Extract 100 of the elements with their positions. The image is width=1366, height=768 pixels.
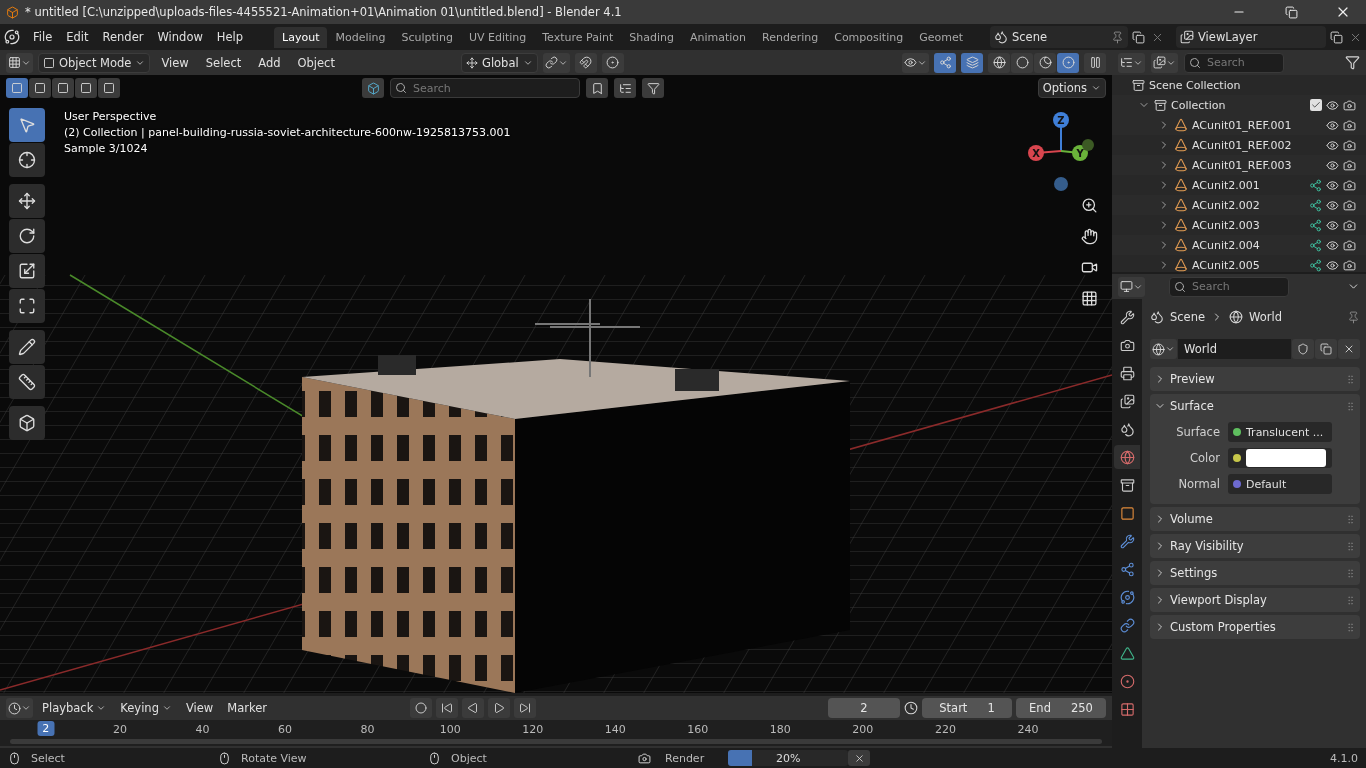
- menu-item[interactable]: Window: [150, 27, 210, 47]
- socket-link-field[interactable]: Default: [1228, 474, 1332, 494]
- shading-button[interactable]: [1034, 52, 1056, 73]
- tool-icon: [1119, 309, 1135, 325]
- tool-button[interactable]: [9, 330, 45, 364]
- timeline-menu[interactable]: View: [180, 698, 219, 718]
- end-frame-field[interactable]: End 250: [1016, 698, 1106, 718]
- workspace-tab[interactable]: Sculpting: [393, 26, 461, 48]
- mode-dropdown[interactable]: Object Mode: [38, 52, 151, 73]
- object-types-button[interactable]: [362, 78, 384, 98]
- skip-back-icon: [441, 702, 453, 714]
- play-reverse-button[interactable]: [462, 698, 484, 718]
- field-label: Surface: [1175, 425, 1220, 439]
- timeline-menu[interactable]: Playback: [37, 698, 112, 718]
- shading-button[interactable]: [1057, 52, 1079, 73]
- search-field[interactable]: Search: [390, 78, 580, 98]
- menu-item[interactable]: Edit: [59, 27, 96, 47]
- workspace-tab[interactable]: Layout: [274, 26, 328, 48]
- socket-link-field[interactable]: Translucent ...: [1228, 422, 1332, 442]
- filter-button[interactable]: [642, 78, 664, 98]
- scrollbar[interactable]: [10, 739, 1102, 744]
- menu-item[interactable]: Add: [252, 53, 287, 72]
- workspace-tab[interactable]: UV Editing: [460, 26, 535, 48]
- tool-button[interactable]: [9, 143, 45, 177]
- cancel-render-button[interactable]: [848, 750, 871, 766]
- visibility-button[interactable]: [902, 52, 929, 73]
- menu-item[interactable]: Object: [291, 53, 341, 72]
- search-field[interactable]: Search: [1184, 52, 1284, 73]
- menu-item[interactable]: Select: [199, 53, 248, 72]
- display-mode-button[interactable]: [1151, 52, 1178, 73]
- duplicate-button[interactable]: [1315, 339, 1337, 359]
- breadcrumb-item[interactable]: World: [1249, 310, 1283, 324]
- select-mode-button[interactable]: [29, 78, 51, 98]
- material-icon: [1119, 673, 1135, 689]
- select-mode-button[interactable]: [52, 78, 74, 98]
- tree-button[interactable]: [614, 78, 636, 98]
- workspace-tab[interactable]: Compositing: [826, 26, 912, 48]
- world-browse-button[interactable]: [1150, 339, 1177, 359]
- scene-selector[interactable]: Scene: [990, 26, 1128, 48]
- workspace-tab[interactable]: Modeling: [327, 26, 394, 48]
- timeline-menu[interactable]: Keying: [115, 698, 177, 718]
- select-mode-button[interactable]: [98, 78, 120, 98]
- timeline-menu[interactable]: Marker: [222, 698, 272, 718]
- jump-end-button[interactable]: [514, 698, 536, 718]
- tool-button[interactable]: [9, 184, 45, 218]
- tool-button[interactable]: [9, 254, 45, 288]
- menu-item[interactable]: Help: [209, 27, 251, 47]
- tool-button[interactable]: [9, 406, 45, 440]
- menu-item[interactable]: View: [155, 53, 195, 72]
- tool-button[interactable]: [9, 219, 45, 253]
- current-frame-marker[interactable]: 2: [37, 721, 55, 736]
- panel-header[interactable]: Settings: [1150, 561, 1360, 585]
- jump-start-button[interactable]: [436, 698, 458, 718]
- keyframe-button[interactable]: [410, 698, 432, 718]
- editor-type-button[interactable]: [1118, 52, 1145, 73]
- tool-button[interactable]: [9, 365, 45, 399]
- breadcrumb-item[interactable]: Scene: [1170, 310, 1206, 324]
- world-name-field[interactable]: World: [1178, 339, 1291, 359]
- workspace-tab[interactable]: Texture Paint: [534, 26, 622, 48]
- panel-header[interactable]: Volume: [1150, 507, 1360, 531]
- shading-button[interactable]: [1011, 52, 1033, 73]
- include-checkbox[interactable]: [1310, 99, 1322, 111]
- fake-user-button[interactable]: [1292, 339, 1314, 359]
- workspace-tab[interactable]: Rendering: [754, 26, 827, 48]
- play-button[interactable]: [488, 698, 510, 718]
- current-frame-field[interactable]: 2: [828, 698, 900, 718]
- color-field[interactable]: [1228, 448, 1332, 468]
- tool-button[interactable]: [9, 289, 45, 323]
- panel-header[interactable]: Preview: [1150, 367, 1360, 391]
- panel-header[interactable]: Custom Properties: [1150, 615, 1360, 639]
- workspace-tab[interactable]: Animation: [681, 26, 755, 48]
- options-dropdown[interactable]: Options: [1037, 78, 1106, 98]
- orientation-dropdown[interactable]: Global: [460, 52, 538, 73]
- select-mode-button[interactable]: [6, 78, 28, 98]
- search-field[interactable]: Search: [1169, 276, 1289, 297]
- select-mode-button[interactable]: [75, 78, 97, 98]
- workspace-tab[interactable]: Geomet: [911, 26, 971, 48]
- editor-type-button[interactable]: [6, 52, 33, 73]
- shading-button[interactable]: [988, 52, 1010, 73]
- editor-type-button[interactable]: [6, 698, 33, 718]
- pause-button[interactable]: [1084, 52, 1106, 73]
- overlay-button[interactable]: [961, 52, 983, 73]
- view-layer-selector[interactable]: ViewLayer: [1176, 26, 1326, 48]
- editor-type-button[interactable]: [1118, 276, 1145, 297]
- pivot-button[interactable]: [542, 52, 570, 73]
- mesh-object-icon: [1174, 158, 1188, 172]
- panel-header[interactable]: Surface: [1150, 394, 1360, 418]
- gizmo-button[interactable]: [934, 52, 956, 73]
- proportional-button[interactable]: [601, 52, 624, 73]
- workspace-tab[interactable]: Shading: [621, 26, 682, 48]
- menu-item[interactable]: File: [26, 27, 60, 47]
- bookmark-button[interactable]: [586, 78, 608, 98]
- panel-header[interactable]: Ray Visibility: [1150, 534, 1360, 558]
- menu-item[interactable]: Render: [95, 27, 151, 47]
- mouse-icon: [218, 751, 231, 765]
- snap-button[interactable]: [574, 52, 597, 73]
- unlink-button[interactable]: [1338, 339, 1360, 359]
- panel-header[interactable]: Viewport Display: [1150, 588, 1360, 612]
- start-frame-field[interactable]: Start 1: [922, 698, 1012, 718]
- wrench-icon: [1119, 533, 1135, 549]
